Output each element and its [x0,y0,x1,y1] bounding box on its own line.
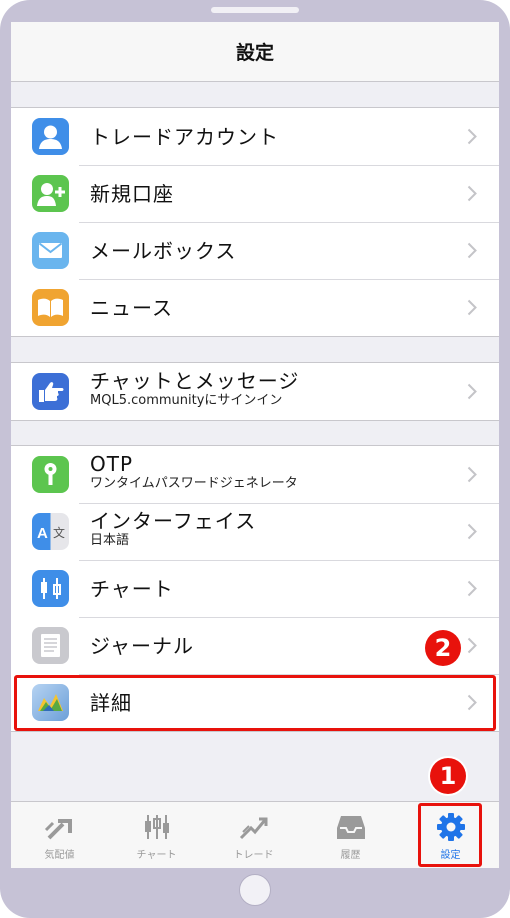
settings-item-new-account[interactable]: 新規口座 [11,165,499,222]
add-user-icon [32,175,69,212]
trade-icon [239,817,267,840]
tab-trade[interactable]: トレード [205,802,302,868]
settings-item-label: チャットとメッセージ [90,369,300,393]
tab-label: トレード [233,850,274,861]
user-icon [32,118,69,155]
translate-icon: A文 [32,513,69,550]
book-icon [32,289,69,326]
chevron-right-icon [467,128,477,145]
svg-text:A: A [37,525,48,542]
page-title: 設定 [235,42,274,64]
settings-item-label: チャート [90,576,174,601]
screen: 設定 トレードアカウント 新規口座 メールボックス ニュース チャットとメッセー… [11,22,499,868]
settings-item-chat-messages[interactable]: チャットとメッセージ MQL5.communityにサインイン [11,363,499,420]
settings-tab-highlight-frame [418,803,482,867]
tab-label: チャート [136,850,177,861]
journal-icon [32,627,69,664]
candlestick-icon [32,570,69,607]
tab-history[interactable]: 履歴 [302,802,399,868]
chevron-right-icon [467,523,477,540]
navigation-bar: 設定 [11,22,499,82]
settings-group-accounts: トレードアカウント 新規口座 メールボックス ニュース [11,107,499,337]
settings-item-mailbox[interactable]: メールボックス [11,222,499,279]
settings-item-label: ニュース [90,295,173,320]
tab-label: 気配値 [44,850,75,861]
chevron-right-icon [467,580,477,597]
quotes-icon [44,819,72,840]
settings-item-interface[interactable]: A文 インターフェイス 日本語 [11,503,499,560]
settings-item-sublabel: MQL5.communityにサインイン [90,393,283,408]
settings-item-label: OTP [90,452,134,476]
step-2-badge: 2 [425,630,461,666]
history-icon [336,816,365,839]
chevron-right-icon [467,383,477,400]
chevron-right-icon [467,637,477,654]
chevron-right-icon [467,299,477,316]
chart-icon [144,815,169,839]
details-highlight-frame [14,675,496,731]
settings-item-label: ジャーナル [90,633,194,658]
speaker-grille [211,7,299,13]
pointing-hand-icon [32,373,69,410]
settings-item-trade-accounts[interactable]: トレードアカウント [11,108,499,165]
chevron-right-icon [467,242,477,259]
settings-item-label: トレードアカウント [90,124,279,149]
settings-item-sublabel: ワンタイムパスワードジェネレータ [90,476,298,491]
settings-group-community: チャットとメッセージ MQL5.communityにサインイン [11,362,499,421]
chevron-right-icon [467,466,477,483]
settings-item-otp[interactable]: OTP ワンタイムパスワードジェネレータ [11,446,499,503]
settings-item-label: メールボックス [90,238,237,263]
home-button[interactable] [239,874,271,906]
svg-text:文: 文 [53,525,65,540]
settings-item-chart[interactable]: チャート [11,560,499,617]
settings-item-label: インターフェイス [90,509,257,533]
settings-item-sublabel: 日本語 [90,533,130,548]
key-icon [32,456,69,493]
chevron-right-icon [467,185,477,202]
device-frame: 設定 トレードアカウント 新規口座 メールボックス ニュース チャットとメッセー… [0,0,510,918]
tab-quotes[interactable]: 気配値 [11,802,108,868]
settings-item-news[interactable]: ニュース [11,279,499,336]
tab-chart[interactable]: チャート [108,802,205,868]
tab-label: 履歴 [340,850,361,861]
step-1-badge: 1 [430,758,466,794]
settings-item-label: 新規口座 [90,181,174,206]
mail-icon [32,232,69,269]
